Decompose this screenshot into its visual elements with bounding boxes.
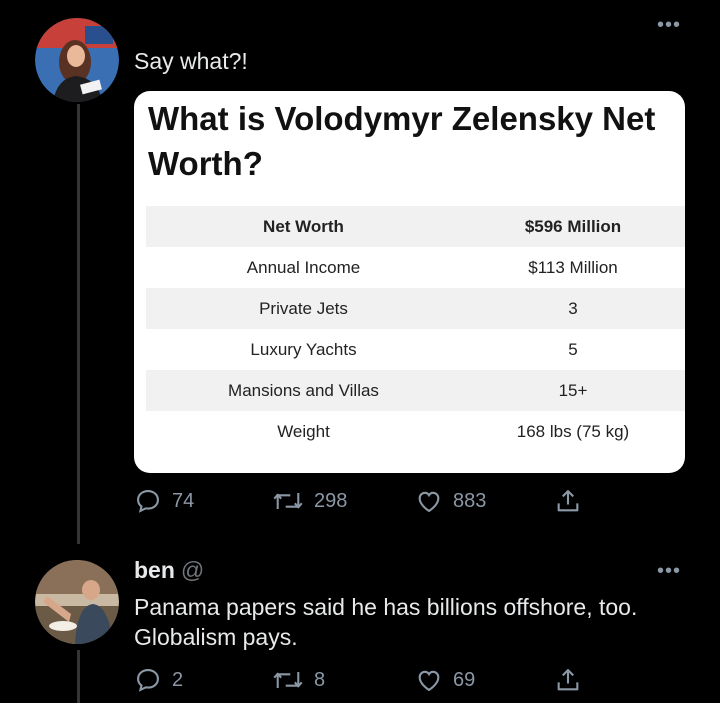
retweet-count: 8 — [314, 668, 326, 691]
table-cell-value: $596 Million — [461, 206, 685, 247]
like-count: 69 — [453, 668, 476, 691]
user-name[interactable]: ben — [134, 557, 175, 583]
table-cell-label: Private Jets — [146, 288, 461, 329]
reply-button[interactable]: 2 — [134, 666, 183, 694]
avatar[interactable] — [35, 560, 119, 644]
share-button[interactable] — [554, 666, 582, 694]
retweet-button[interactable]: 8 — [272, 666, 325, 694]
table-row: Annual Income $113 Million — [146, 247, 685, 288]
reply-count: 2 — [172, 668, 184, 691]
table-row: Net Worth $596 Million — [146, 206, 685, 247]
user-handle[interactable]: @ — [181, 557, 204, 583]
share-icon — [557, 490, 579, 512]
heart-icon — [418, 491, 440, 513]
more-icon[interactable]: ••• — [657, 15, 681, 35]
avatar-image — [35, 560, 119, 644]
retweet-icon — [273, 672, 303, 688]
share-button[interactable] — [554, 487, 582, 515]
table-cell-label: Annual Income — [246, 257, 361, 277]
like-button[interactable]: 69 — [415, 666, 475, 694]
reply-count: 74 — [172, 489, 195, 512]
table-cell-value: 5 — [568, 339, 578, 359]
table-cell-label: Luxury Yachts — [250, 339, 357, 359]
heart-icon — [418, 670, 440, 692]
table-cell-value: 168 lbs (75 kg) — [516, 421, 630, 441]
reply-button[interactable]: 74 — [134, 487, 194, 515]
table-cell-value: 15+ — [461, 370, 685, 411]
more-icon[interactable]: ••• — [657, 561, 681, 581]
reply-icon — [137, 669, 159, 692]
thread-line-top — [77, 104, 80, 544]
table-cell-label: Mansions and Villas — [146, 370, 461, 411]
avatar[interactable] — [35, 18, 119, 102]
retweet-icon — [273, 493, 303, 509]
retweet-button[interactable]: 298 — [272, 487, 347, 515]
reply-icon — [137, 490, 159, 513]
table-row: Luxury Yachts 5 — [146, 329, 685, 370]
tweet-text: Panama papers said he has billions offsh… — [134, 594, 638, 650]
tweet-actions: 2 8 69 — [134, 666, 694, 696]
table-cell-value: 3 — [461, 288, 685, 329]
retweet-count: 298 — [314, 489, 348, 512]
table-row: Private Jets 3 — [146, 288, 685, 329]
table-row: Weight 168 lbs (75 kg) — [146, 411, 685, 452]
table-cell-value: $113 Million — [528, 257, 618, 277]
table-cell-label: Net Worth — [146, 206, 461, 247]
net-worth-table: Net Worth $596 Million Annual Income $11… — [146, 206, 685, 452]
attached-image-card[interactable]: What is Volodymyr Zelensky Net Worth? Ne… — [134, 91, 685, 473]
like-button[interactable]: 883 — [415, 487, 486, 515]
table-row: Mansions and Villas 15+ — [146, 370, 685, 411]
avatar-image — [35, 18, 119, 102]
tweet-text: Say what?! — [134, 48, 248, 74]
like-count: 883 — [453, 489, 487, 512]
share-icon — [557, 669, 579, 691]
thread-line-bottom — [77, 650, 80, 703]
table-cell-label: Weight — [277, 421, 330, 441]
user-name-line: ben @ — [134, 555, 204, 585]
tweet-actions: 74 298 883 — [134, 487, 694, 517]
card-title: What is Volodymyr Zelensky Net Worth? — [148, 100, 656, 182]
